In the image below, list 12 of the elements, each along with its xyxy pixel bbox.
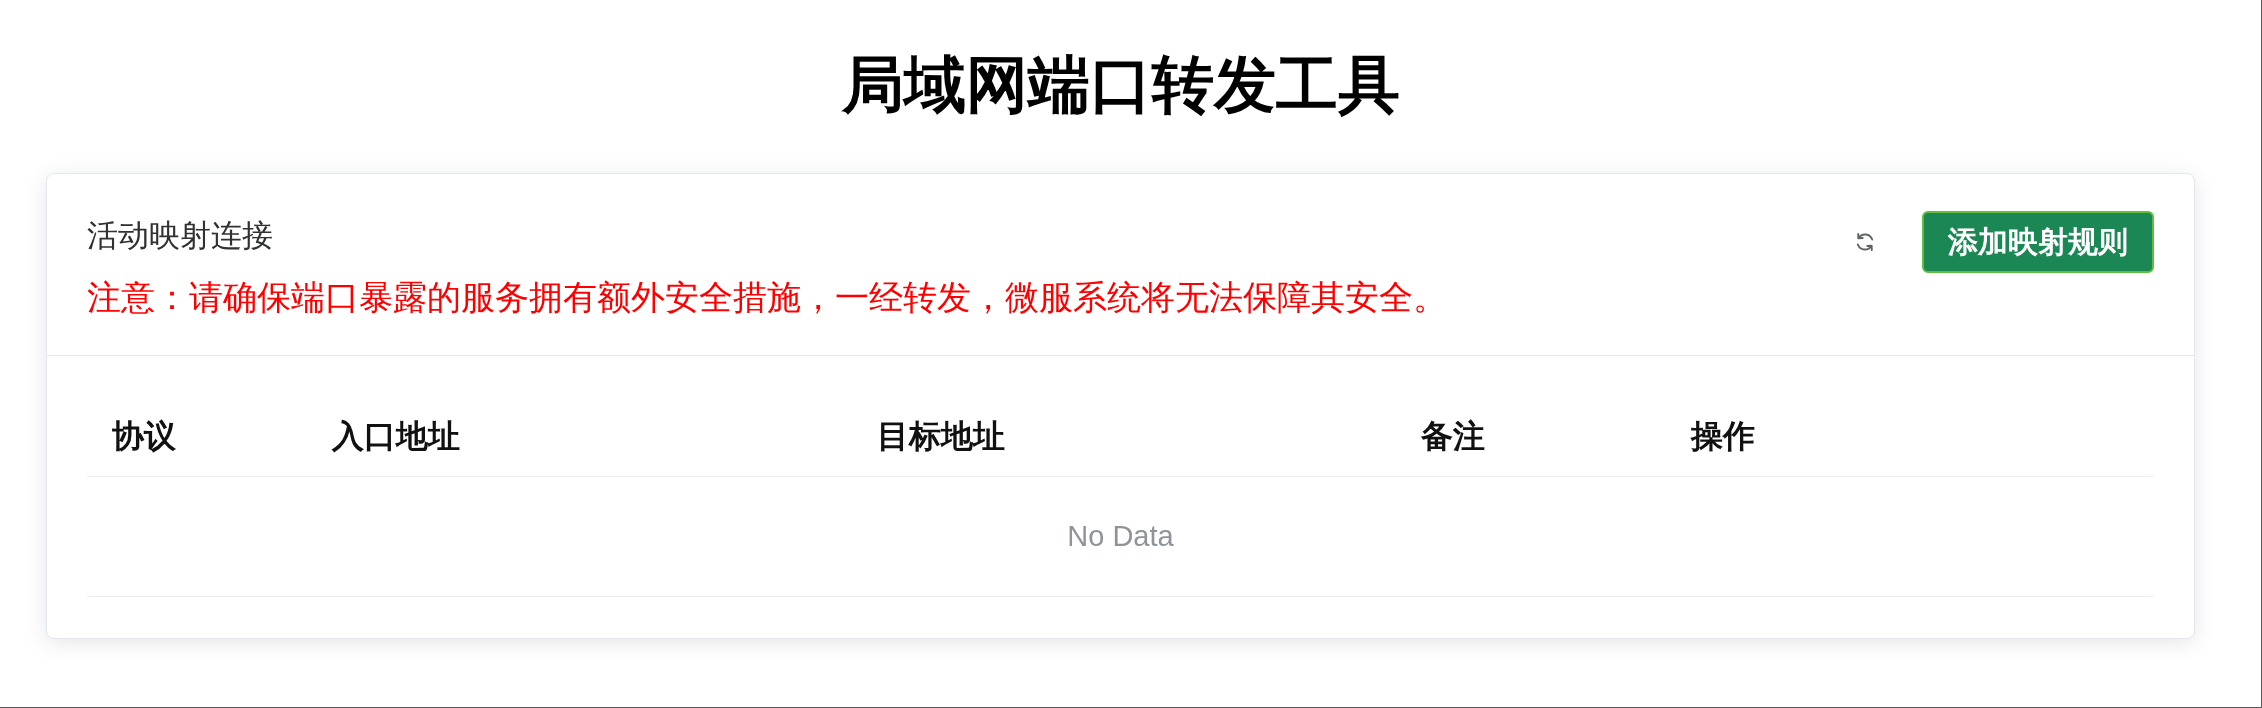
column-header: 操作 bbox=[1691, 417, 1755, 455]
add-rule-button[interactable]: 添加映射规则 bbox=[1922, 211, 2154, 273]
empty-table-text: No Data bbox=[1067, 520, 1174, 553]
card-title: 活动映射连接 bbox=[87, 216, 274, 255]
column-header: 协议 bbox=[112, 417, 176, 455]
column-header: 入口地址 bbox=[332, 417, 460, 455]
warning-notice: 注意：请确保端口暴露的服务拥有额外安全措施，一经转发，微服系统将无法保障其安全。 bbox=[87, 276, 1447, 319]
column-header: 目标地址 bbox=[877, 417, 1005, 455]
page-title: 局域网端口转发工具 bbox=[841, 53, 1400, 117]
column-header: 备注 bbox=[1421, 417, 1485, 455]
refresh-button[interactable] bbox=[1854, 231, 1876, 253]
refresh-icon bbox=[1854, 231, 1876, 253]
